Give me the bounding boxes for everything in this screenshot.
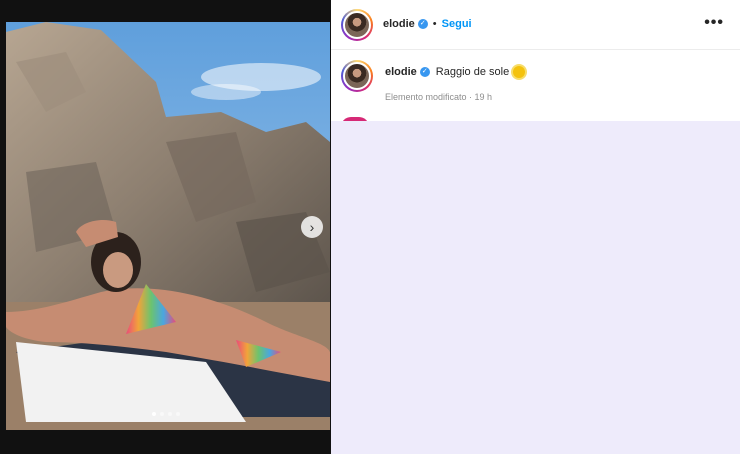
verified-badge-icon: ✓ xyxy=(417,19,428,29)
carousel-indicator xyxy=(152,412,180,416)
caption-row: elodie ✓ Raggio de sole Elemento modific… xyxy=(331,49,740,119)
carousel-next-button[interactable]: › xyxy=(301,216,323,238)
carousel-dot xyxy=(168,412,172,416)
carousel-dot xyxy=(176,412,180,416)
post-header: elodie ✓ • Segui ••• xyxy=(331,0,740,50)
chevron-right-icon: › xyxy=(309,219,315,235)
photo-illustration xyxy=(6,22,330,430)
caption-text: Raggio de sole xyxy=(435,66,510,78)
post-details-card: elodie ✓ • Segui ••• elodie ✓ Raggio de … xyxy=(331,0,740,121)
post-details-panel: elodie ✓ • Segui ••• elodie ✓ Raggio de … xyxy=(331,0,740,454)
verified-badge-icon: ✓ xyxy=(419,67,430,77)
separator-dot: • xyxy=(432,18,437,30)
caption-line: elodie ✓ Raggio de sole xyxy=(385,66,526,78)
avatar[interactable] xyxy=(341,60,373,92)
header-user: elodie ✓ • Segui xyxy=(383,18,472,30)
username-link[interactable]: elodie xyxy=(383,18,415,30)
caption-meta: Elemento modificato · 19 h xyxy=(385,92,493,102)
carousel-dot xyxy=(152,412,156,416)
instagram-post-view: › elodie ✓ • Segui ••• elodie ✓ Raggio d… xyxy=(0,0,740,454)
sun-emoji-icon xyxy=(513,66,526,78)
carousel-dot xyxy=(160,412,164,416)
follow-button[interactable]: Segui xyxy=(442,18,472,30)
photo-frame: › xyxy=(0,0,331,454)
caption-username-link[interactable]: elodie xyxy=(385,66,417,78)
avatar[interactable] xyxy=(341,9,373,41)
post-photo[interactable] xyxy=(6,22,330,430)
more-options-icon[interactable]: ••• xyxy=(704,14,724,32)
